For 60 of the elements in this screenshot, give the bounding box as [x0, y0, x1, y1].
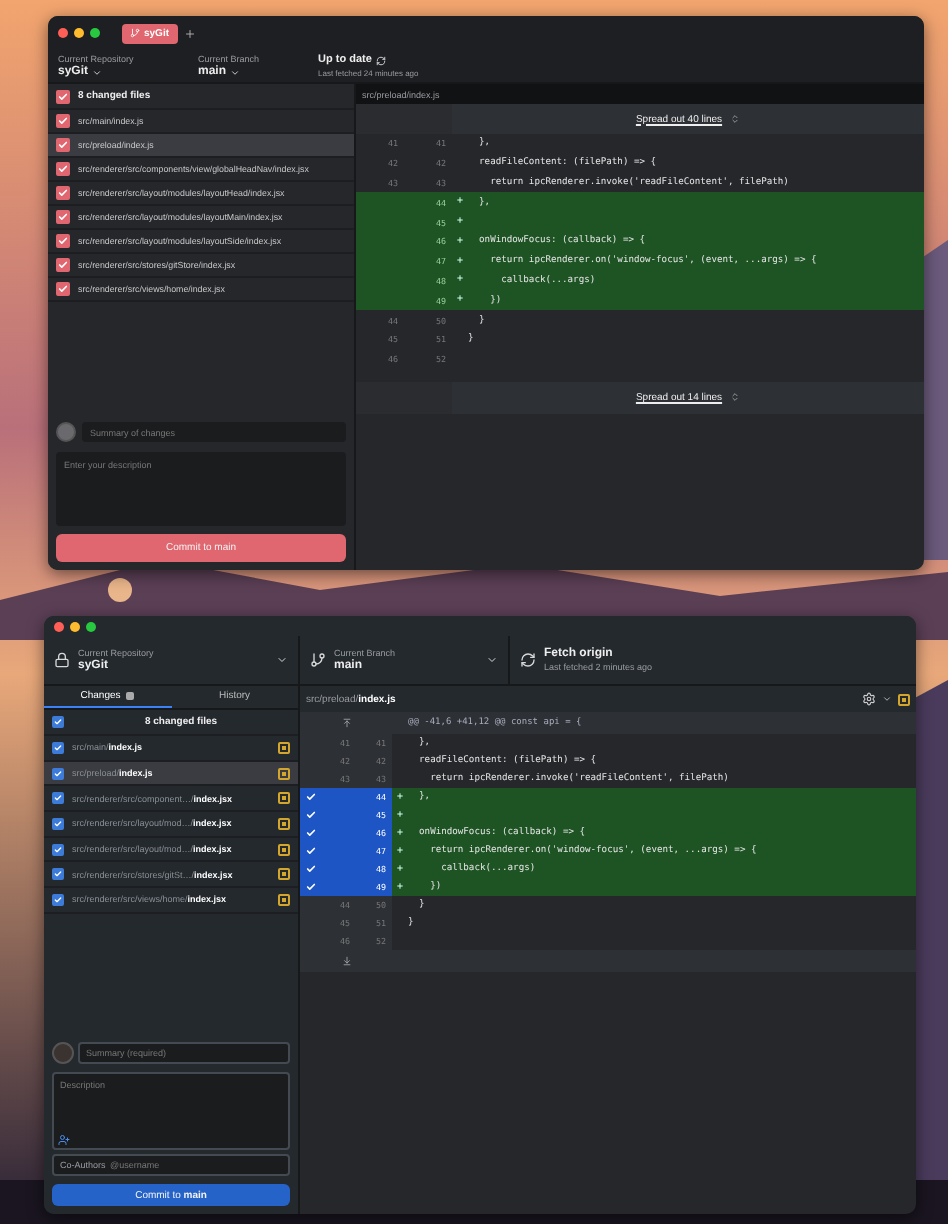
plus-icon — [456, 274, 464, 283]
check-icon[interactable] — [305, 810, 315, 820]
checkbox[interactable] — [56, 138, 70, 152]
expand-up-icon[interactable] — [341, 718, 351, 728]
checkbox[interactable] — [56, 282, 70, 296]
plus-icon — [396, 881, 404, 889]
zoom-dot[interactable] — [86, 621, 96, 631]
plus-icon — [396, 863, 404, 871]
lock-icon — [54, 652, 70, 668]
check-icon[interactable] — [305, 792, 315, 802]
minimize-dot[interactable] — [74, 28, 84, 38]
plus-icon — [456, 196, 464, 205]
check-icon[interactable] — [305, 828, 315, 838]
expand-down-icon[interactable] — [341, 956, 351, 966]
checkbox[interactable] — [52, 893, 64, 906]
checkbox[interactable] — [56, 234, 70, 248]
check-icon[interactable] — [305, 882, 315, 892]
caret-icon — [92, 67, 103, 77]
checkbox[interactable] — [56, 258, 70, 272]
checkbox[interactable] — [52, 716, 64, 728]
modified-icon — [898, 693, 910, 705]
expand-icon[interactable] — [730, 392, 741, 403]
plus-icon — [456, 235, 464, 244]
plus-icon — [396, 845, 404, 853]
checkbox[interactable] — [52, 868, 64, 881]
plus-icon — [456, 216, 464, 225]
zoom-dot[interactable] — [90, 28, 100, 38]
checkbox[interactable] — [52, 792, 64, 805]
checkbox[interactable] — [52, 741, 64, 754]
refresh-icon[interactable] — [375, 55, 386, 65]
plus-icon — [456, 255, 464, 264]
minimize-dot[interactable] — [70, 621, 80, 631]
avatar — [52, 1041, 74, 1063]
caret-icon — [230, 67, 241, 77]
check-icon[interactable] — [305, 846, 315, 856]
refresh-icon[interactable] — [520, 652, 536, 668]
close-dot[interactable] — [58, 28, 68, 38]
caret-icon[interactable] — [486, 654, 498, 666]
settings-icon[interactable] — [862, 692, 876, 706]
plus-icon[interactable] — [183, 27, 196, 39]
branch-icon — [130, 28, 140, 38]
caret-icon[interactable] — [276, 654, 288, 666]
close-dot[interactable] — [54, 621, 64, 631]
checkbox[interactable] — [52, 817, 64, 830]
plus-icon — [456, 294, 464, 303]
checkbox[interactable] — [52, 843, 64, 856]
checkbox[interactable] — [56, 114, 70, 128]
checkbox[interactable] — [52, 767, 64, 780]
plus-icon — [396, 827, 404, 835]
plus-icon — [396, 791, 404, 799]
check-icon[interactable] — [305, 864, 315, 874]
checkbox[interactable] — [56, 162, 70, 176]
plus-icon — [396, 809, 404, 817]
checkbox[interactable] — [56, 210, 70, 224]
branch-icon — [310, 652, 326, 668]
caret-icon[interactable] — [882, 694, 892, 704]
checkbox[interactable] — [56, 89, 70, 103]
avatar — [56, 422, 76, 442]
expand-icon[interactable] — [730, 114, 741, 124]
checkbox[interactable] — [56, 186, 70, 200]
